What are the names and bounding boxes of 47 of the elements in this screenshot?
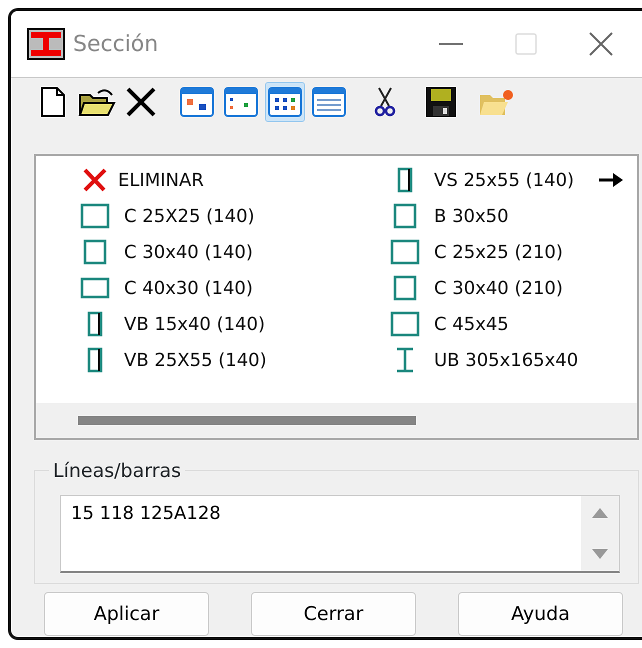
vertical-scrollbar[interactable] [581,496,619,571]
floppy-icon [425,86,457,118]
arrow-icon [598,171,624,189]
section-item[interactable]: UB 305x165x40 [434,346,578,374]
folder-icon [478,87,516,117]
section-item[interactable]: VB 15x40 (140) [124,310,265,338]
scroll-up-icon[interactable] [592,508,608,518]
view-icon [180,87,214,117]
square-section-icon [390,311,420,337]
section-item[interactable]: B 30x50 [434,202,509,230]
minimize-icon [438,43,462,45]
folder-icon [78,87,116,117]
view-icon [224,87,258,117]
horizontal-scrollbar[interactable] [36,403,637,438]
section-item[interactable]: VS 25x55 (140) [434,166,574,194]
rectangle-section-icon [87,311,103,337]
square-section-icon [393,275,417,301]
rectangle-section-icon [397,167,413,193]
dialog-button[interactable]: Aplicar [44,592,209,636]
scroll-down-icon[interactable] [592,549,608,559]
square-section-icon [390,239,420,265]
rectangle-section-icon [80,277,110,299]
square-section-icon [393,203,417,229]
rectangle-section-icon [87,347,103,373]
page-icon [40,86,66,118]
section-item[interactable]: C 40x30 (140) [124,274,253,302]
section-item[interactable]: C 25x25 (210) [434,238,563,266]
view-icon [268,87,302,117]
app-icon [27,28,65,60]
dialog-button[interactable]: Ayuda [458,592,623,636]
section-item[interactable]: VB 25X55 (140) [124,346,267,374]
scissors-icon [374,86,396,118]
section-item[interactable]: C 30x40 (210) [434,274,563,302]
square-section-icon [80,203,110,229]
delete-icon [82,167,108,193]
square-section-icon [83,239,107,265]
view-icon [312,87,346,117]
section-item[interactable]: C 30x40 (140) [124,238,253,266]
delete-icon [126,87,156,117]
section-item[interactable]: ELIMINAR [118,166,204,194]
i-beam-icon [395,347,415,373]
view-button[interactable] [265,82,305,122]
section-item[interactable]: C 25X25 (140) [124,202,255,230]
dialog-button[interactable]: Cerrar [251,592,416,636]
close-icon [588,32,612,56]
window-title: Sección [73,30,158,58]
section-item[interactable]: C 45x45 [434,310,509,338]
